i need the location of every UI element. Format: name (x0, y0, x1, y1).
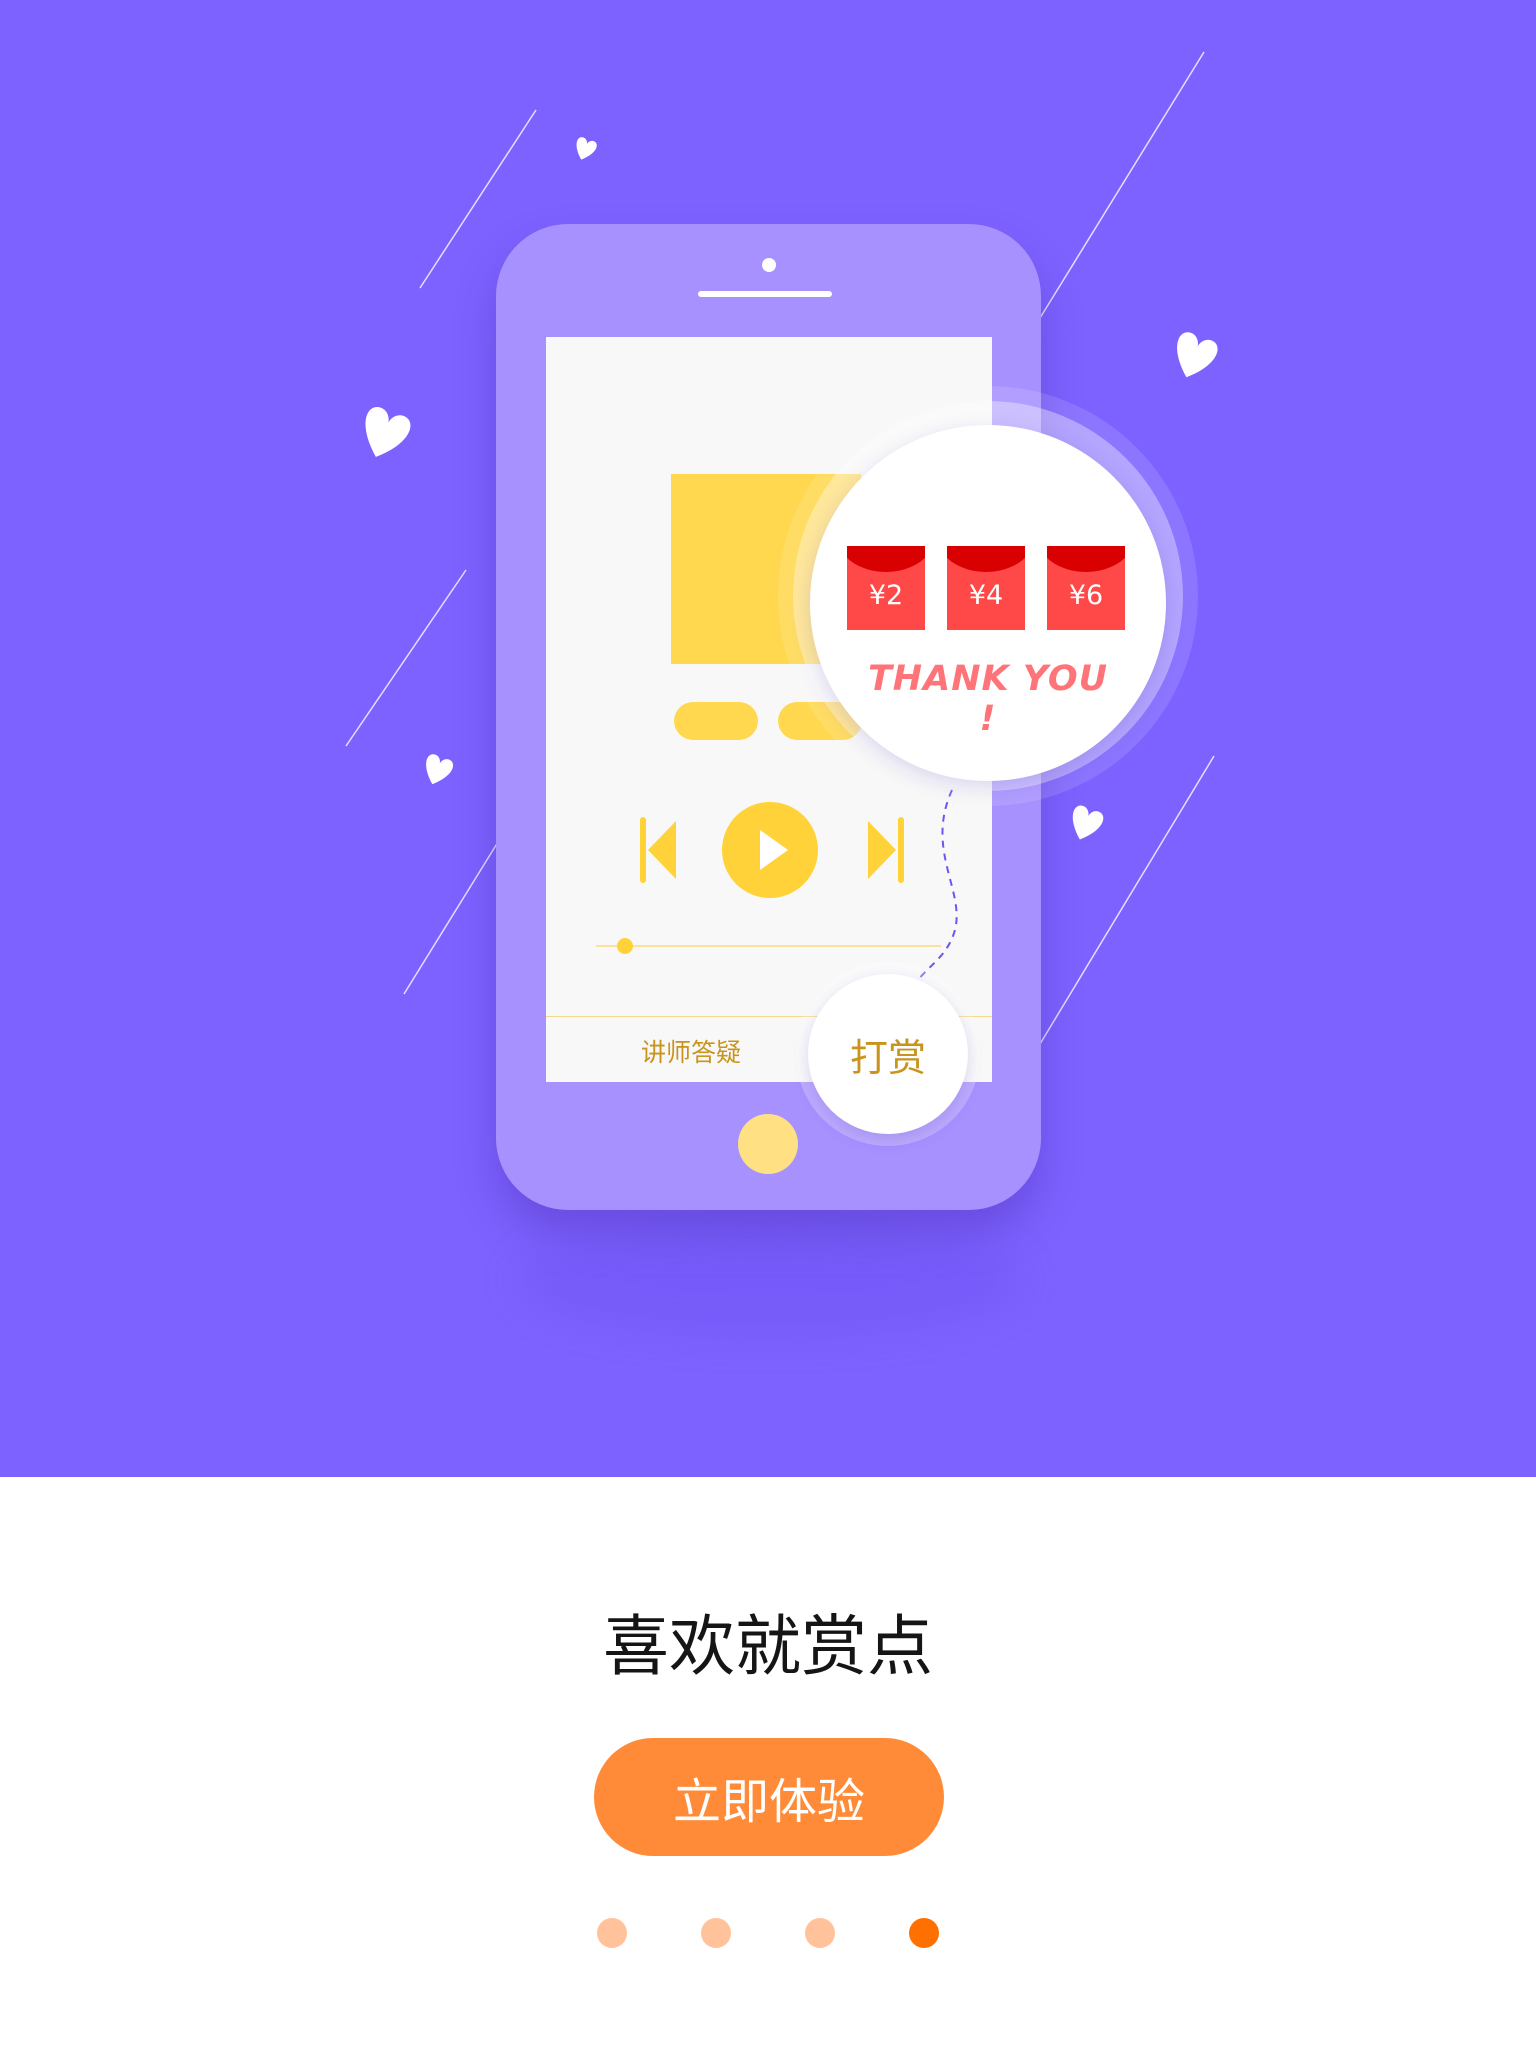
envelope-flap (947, 546, 1025, 572)
red-envelope-2[interactable]: ¥2 (847, 546, 925, 630)
page-indicator (0, 1918, 1536, 1948)
page-dot[interactable] (805, 1918, 835, 1948)
connector-line (917, 789, 958, 981)
envelope-flap (1047, 546, 1125, 572)
envelope-flap (847, 546, 925, 572)
thank-you-text: THANK YOU ! (867, 659, 1109, 739)
envelope-amount: ¥2 (868, 580, 904, 611)
try-now-button[interactable]: 立即体验 (594, 1738, 944, 1856)
red-envelope-4[interactable]: ¥4 (947, 546, 1025, 630)
reward-button[interactable]: 打赏 (808, 974, 968, 1134)
hero-illustration: 讲师答疑 ¥2 ¥4 ¥6 THANK YOU ! 打赏 (0, 0, 1536, 1477)
red-envelope-6[interactable]: ¥6 (1047, 546, 1125, 630)
page-dot[interactable] (701, 1918, 731, 1948)
page-dot[interactable] (909, 1918, 939, 1948)
page-dot[interactable] (597, 1918, 627, 1948)
page-title: 喜欢就赏点 (603, 1608, 933, 1685)
envelope-amount: ¥4 (968, 580, 1004, 611)
envelope-amount: ¥6 (1068, 580, 1104, 611)
